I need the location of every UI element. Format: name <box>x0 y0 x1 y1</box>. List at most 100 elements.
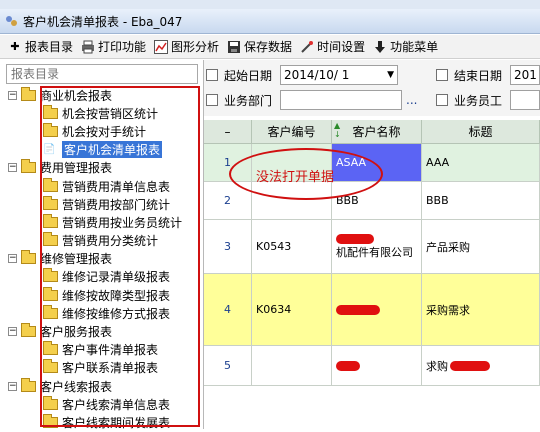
start-date-value: 2014/10/ 1 <box>284 68 350 82</box>
tree-item[interactable]: 机会按营销区统计 <box>4 104 204 122</box>
folder-icon <box>43 232 58 247</box>
table-cell-title[interactable]: AAA <box>422 144 540 182</box>
header-customer-code[interactable]: 客户编号 <box>252 120 332 144</box>
header-customer-name[interactable]: ▲ ↓ 客户名称 <box>332 120 422 144</box>
wand-icon <box>300 40 314 54</box>
report-catalog-button[interactable]: ✚ 报表目录 <box>8 37 73 57</box>
report-sidebar: − 商业机会报表 机会按营销区统计 机会按对手统计 📄 客户机会清单报表 − 费用… <box>0 60 204 430</box>
tree-item-selected[interactable]: 📄 客户机会清单报表 <box>4 141 204 159</box>
tree-item-label: 维修记录清单级报表 <box>62 270 171 285</box>
tree-group-leads[interactable]: − 客户线索报表 <box>4 377 204 395</box>
print-label: 打印功能 <box>98 40 147 54</box>
table-cell-code[interactable] <box>252 346 332 386</box>
end-date-checkbox[interactable] <box>436 69 448 81</box>
table-cell-name-selected[interactable]: ASAA <box>332 144 422 182</box>
tree-item[interactable]: 维修记录清单级报表 <box>4 268 204 286</box>
tree-group-business[interactable]: − 商业机会报表 <box>4 86 204 104</box>
folder-icon <box>43 304 58 319</box>
tree-item[interactable]: 维修按维修方式报表 <box>4 304 204 322</box>
header-title[interactable]: 标题 <box>422 120 540 144</box>
tree-item[interactable]: 机会按对手统计 <box>4 122 204 140</box>
tree-item[interactable]: 营销费用分类统计 <box>4 232 204 250</box>
dept-input[interactable] <box>280 90 403 110</box>
start-date-picker[interactable]: 2014/10/ 1 ▼ <box>280 65 399 85</box>
tree-item[interactable]: 客户线索清单信息表 <box>4 395 204 413</box>
header-customer-name-label: 客户名称 <box>352 125 401 139</box>
row-number[interactable]: 4 <box>204 274 252 346</box>
dept-checkbox[interactable] <box>206 94 218 106</box>
tree-item-label: 客户事件清单报表 <box>62 343 159 358</box>
staff-label: 业务员工 <box>454 93 503 108</box>
tree-item[interactable]: 营销费用按业务员统计 <box>4 213 204 231</box>
tree-item[interactable]: 客户联系清单报表 <box>4 359 204 377</box>
collapse-icon[interactable]: − <box>8 163 17 173</box>
collapse-icon[interactable]: − <box>8 381 17 391</box>
end-date-label: 结束日期 <box>454 68 503 83</box>
tree-item-label: 营销费用分类统计 <box>62 234 159 249</box>
header-rownum[interactable]: – <box>204 120 252 144</box>
row-number[interactable]: 3 <box>204 220 252 274</box>
table-cell-title[interactable]: 求购 <box>422 346 540 386</box>
save-icon <box>227 40 241 54</box>
table-cell-code[interactable]: K0543 <box>252 220 332 274</box>
table-cell-code[interactable]: K0634 <box>252 274 332 346</box>
time-settings-label: 时间设置 <box>317 40 366 54</box>
toolbar: ✚ 报表目录 打印功能 图形分析 保存数据 时间设置 功能菜单 <box>0 35 540 59</box>
end-date-picker[interactable]: 201 <box>510 65 540 85</box>
plus-icon: ✚ <box>10 40 20 53</box>
tree-item[interactable]: 维修按故障类型报表 <box>4 286 204 304</box>
redacted-mark <box>450 360 490 371</box>
collapse-icon[interactable]: − <box>8 254 17 264</box>
table-cell-title[interactable]: 采购需求 <box>422 274 540 346</box>
function-menu-button[interactable]: 功能菜单 <box>373 37 438 57</box>
print-button[interactable]: 打印功能 <box>81 37 146 57</box>
row-number[interactable]: 5 <box>204 346 252 386</box>
tree-item-label: 客户联系清单报表 <box>62 361 159 376</box>
staff-row: 业务员工 <box>436 89 540 111</box>
tree-group-expense[interactable]: − 费用管理报表 <box>4 159 204 177</box>
staff-checkbox[interactable] <box>436 94 448 106</box>
tree-group-service[interactable]: − 客户服务报表 <box>4 322 204 340</box>
tree-item-label: 营销费用清单信息表 <box>62 179 171 194</box>
table-cell-title[interactable]: BBB <box>422 182 540 220</box>
folder-icon <box>21 323 36 338</box>
dropdown-arrow-icon[interactable]: ▼ <box>387 70 394 80</box>
sort-asc-icon: ▲ ↓ <box>334 121 341 139</box>
folder-icon <box>21 250 36 265</box>
row-number[interactable]: 2 <box>204 182 252 220</box>
folder-icon <box>43 286 58 301</box>
chart-analysis-button[interactable]: 图形分析 <box>154 37 219 57</box>
tree-group-label: 费用管理报表 <box>40 161 113 176</box>
report-catalog-label: 报表目录 <box>25 40 74 54</box>
folder-icon <box>43 413 58 428</box>
folder-icon <box>43 341 58 356</box>
table-cell-code[interactable] <box>252 182 332 220</box>
app-icon <box>6 16 17 26</box>
tree-group-repair[interactable]: − 维修管理报表 <box>4 250 204 268</box>
folder-icon <box>21 86 36 101</box>
table-cell-name-text: 机配件有限公司 <box>336 245 413 259</box>
staff-input[interactable] <box>510 90 540 110</box>
collapse-icon[interactable]: − <box>8 327 17 337</box>
table-cell-name[interactable]: BBB <box>332 182 422 220</box>
folder-icon <box>43 268 58 283</box>
table-cell-title[interactable]: 产品采购 <box>422 220 540 274</box>
report-search-input[interactable] <box>6 64 198 84</box>
tree-item-label: 营销费用按业务员统计 <box>62 215 183 230</box>
tree-item[interactable]: 营销费用清单信息表 <box>4 177 204 195</box>
dept-ellipsis-button[interactable]: ... <box>406 93 417 107</box>
dept-row: 业务部门 ... <box>206 89 417 111</box>
dept-label: 业务部门 <box>224 93 273 108</box>
table-cell-name[interactable] <box>332 274 422 346</box>
table-cell-name[interactable] <box>332 346 422 386</box>
tree-item[interactable]: 客户事件清单报表 <box>4 341 204 359</box>
table-cell-name[interactable]: 机配件有限公司 <box>332 220 422 274</box>
row-number[interactable]: 1 <box>204 144 252 182</box>
redacted-mark <box>336 233 374 244</box>
tree-item[interactable]: 营销费用按部门统计 <box>4 195 204 213</box>
tree-item-label: 机会按对手统计 <box>62 124 147 139</box>
start-date-checkbox[interactable] <box>206 69 218 81</box>
save-data-button[interactable]: 保存数据 <box>227 37 292 57</box>
collapse-icon[interactable]: − <box>8 90 17 100</box>
time-settings-button[interactable]: 时间设置 <box>300 37 365 57</box>
